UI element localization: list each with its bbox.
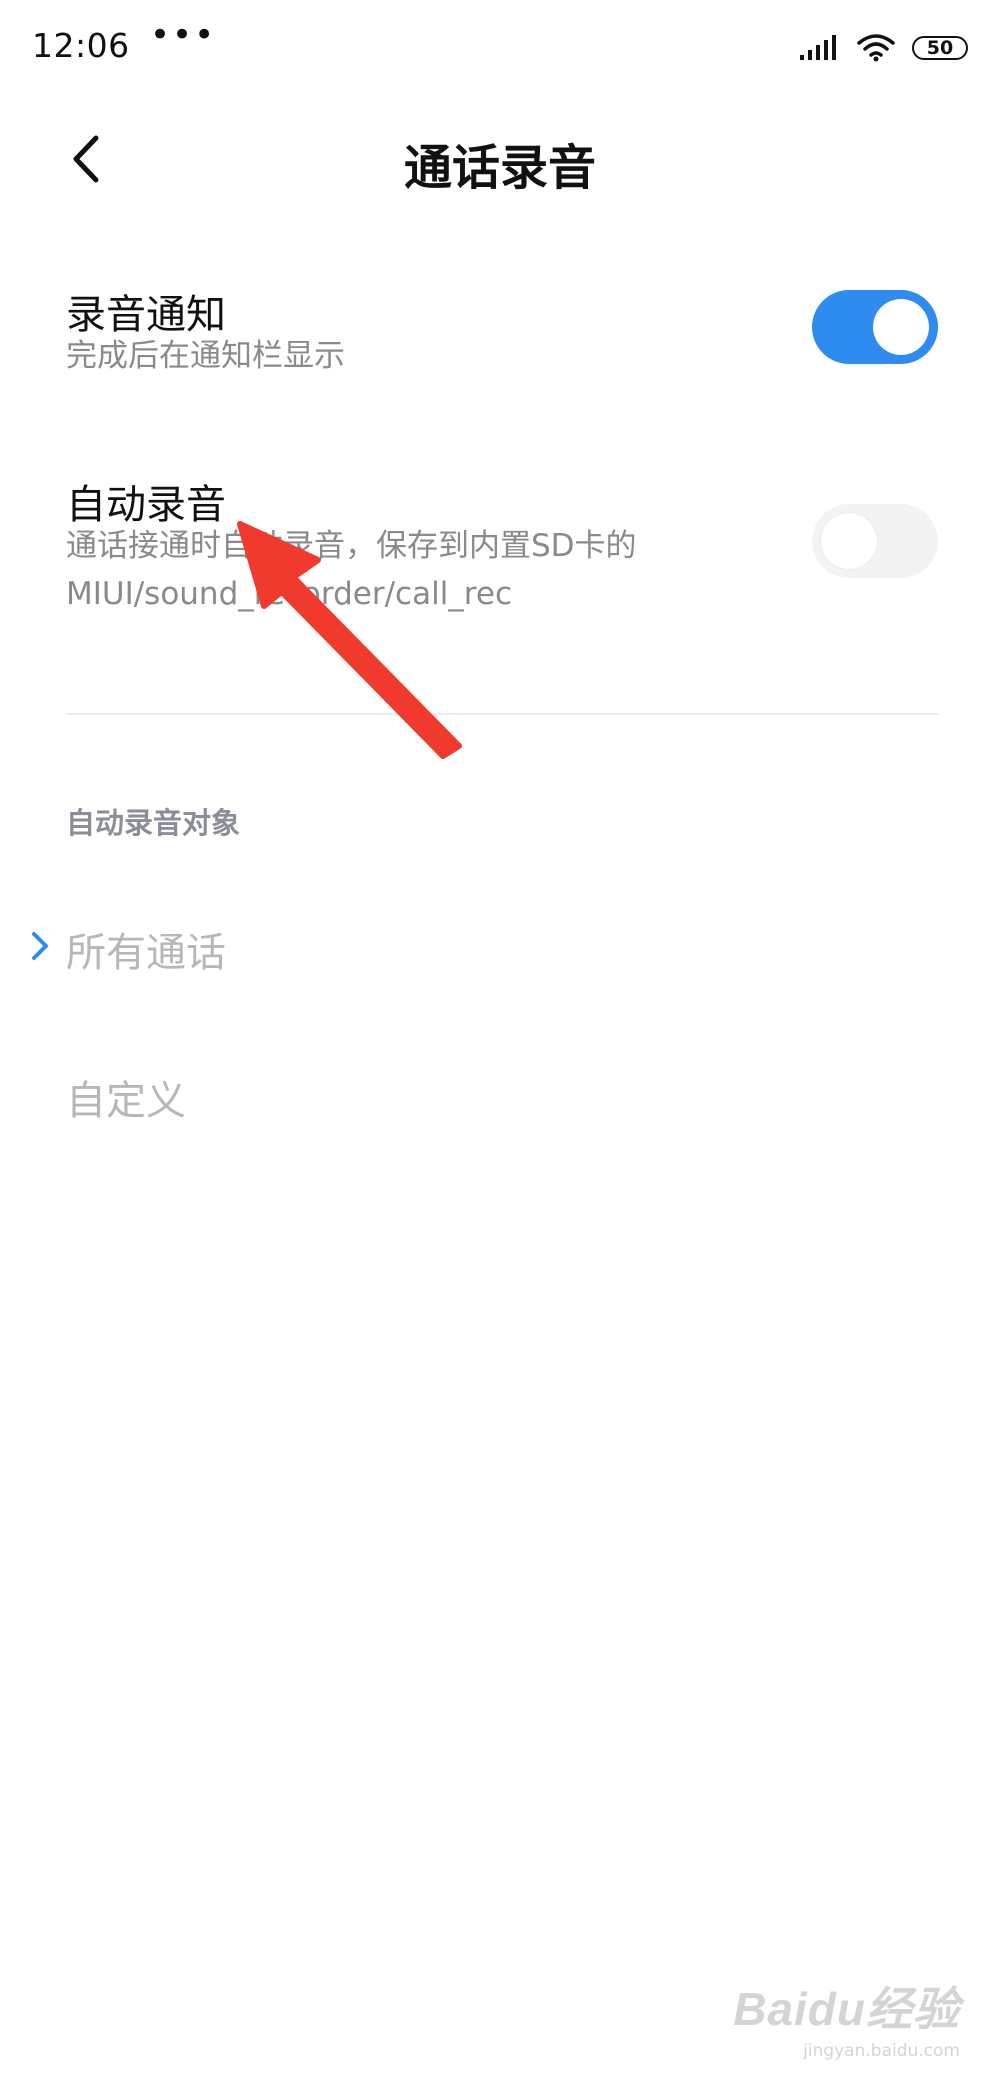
watermark-url: jingyan.baidu.com (803, 2041, 960, 2061)
setting-auto-record[interactable]: 自动录音 通话接通时自动录音，保存到内置SD卡的MIUI/sound_recor… (0, 460, 1000, 640)
battery-icon: 50 (912, 36, 968, 60)
status-bar: 12:06 ••• 50 (0, 0, 1000, 95)
option-label: 所有通话 (66, 930, 226, 976)
status-time: 12:06 (32, 26, 130, 65)
watermark-logo: Baidu经验 (733, 1983, 960, 2035)
header: 通话录音 (0, 100, 1000, 220)
option-all-calls[interactable]: 所有通话 (0, 890, 1000, 1000)
wifi-icon (857, 34, 895, 62)
setting-record-notification[interactable]: 录音通知 完成后在通知栏显示 (0, 270, 1000, 430)
setting-description: 通话接通时自动录音，保存到内置SD卡的MIUI/sound_recorder/c… (66, 528, 637, 612)
page-title: 通话录音 (403, 140, 596, 196)
chevron-right-icon (32, 932, 48, 960)
option-custom[interactable]: 自定义 (0, 1038, 1000, 1148)
toggle-knob (873, 299, 929, 355)
signal-icon (800, 35, 836, 60)
overflow-dots-icon: ••• (150, 15, 217, 55)
watermark: Baidu经验 jingyan.baidu.com (733, 1973, 960, 2061)
battery-level: 50 (926, 37, 954, 59)
record-notification-toggle[interactable] (812, 290, 938, 364)
divider (66, 713, 938, 715)
option-label: 自定义 (66, 1078, 186, 1124)
status-icons: 50 (800, 28, 968, 68)
toggle-knob (821, 513, 877, 569)
section-header: 自动录音对象 (66, 806, 241, 840)
auto-record-toggle[interactable] (812, 504, 938, 578)
setting-description: 完成后在通知栏显示 (66, 338, 345, 374)
